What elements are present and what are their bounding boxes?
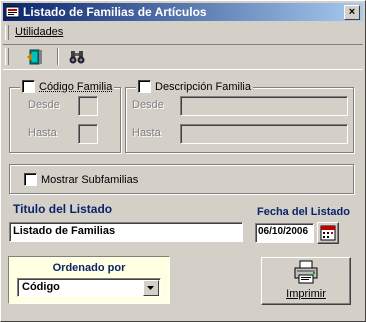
- toolbar: [3, 44, 363, 70]
- menu-utilidades[interactable]: Utilidades: [15, 26, 63, 38]
- calendar-button[interactable]: [317, 222, 339, 244]
- codigo-desde-label: Desde: [28, 99, 60, 111]
- close-button[interactable]: ×: [344, 5, 360, 20]
- descripcion-familia-label: Descripción Familia: [155, 80, 251, 93]
- descripcion-hasta-label: Hasta: [132, 127, 161, 139]
- titulo-listado-label: Titulo del Listado: [13, 202, 113, 216]
- codigo-hasta-field[interactable]: [78, 124, 98, 144]
- menu-bar: Utilidades: [3, 23, 363, 43]
- codigo-hasta-label: Hasta: [28, 127, 57, 139]
- ordenado-por-value: Código: [22, 281, 60, 293]
- descripcion-hasta-field[interactable]: [180, 124, 348, 144]
- toolbar-separator: [57, 48, 59, 65]
- window-title: Listado de Familias de Artículos: [23, 5, 207, 19]
- codigo-familia-group: Código Familia Desde Hasta: [9, 80, 121, 153]
- close-icon: ×: [348, 6, 356, 18]
- subfamilias-label: Mostrar Subfamilias: [41, 173, 139, 186]
- descripcion-desde-field[interactable]: [180, 96, 348, 116]
- subfamilias-group: Mostrar Subfamilias: [9, 164, 354, 194]
- printer-icon: [294, 260, 318, 284]
- codigo-familia-legend[interactable]: Código Familia: [20, 80, 115, 93]
- menu-utilidades-label: Utilidades: [15, 26, 64, 38]
- toolbar-grip: [5, 48, 9, 65]
- subfamilias-checkbox[interactable]: [24, 173, 37, 186]
- imprimir-label: Imprimir: [286, 288, 326, 300]
- ordenado-por-label: Ordenado por: [52, 262, 126, 274]
- binoculars-search-icon: [69, 51, 85, 64]
- imprimir-button[interactable]: Imprimir: [261, 257, 351, 305]
- fecha-listado-value: 06/10/2006: [258, 226, 309, 237]
- titulo-listado-input[interactable]: Listado de Familias: [9, 222, 243, 242]
- titulo-listado-value: Listado de Familias: [13, 225, 116, 237]
- ordenado-por-select[interactable]: Código: [17, 278, 161, 297]
- fecha-listado-label: Fecha del Listado: [257, 206, 350, 218]
- chevron-down-icon: [147, 286, 154, 290]
- fecha-listado-input[interactable]: 06/10/2006: [255, 223, 314, 243]
- descripcion-familia-group: Descripción Familia Desde Hasta: [125, 80, 354, 153]
- subfamilias-option[interactable]: Mostrar Subfamilias: [24, 173, 138, 186]
- codigo-familia-label: Código Familia: [39, 80, 113, 93]
- codigo-desde-field[interactable]: [78, 96, 98, 116]
- descripcion-familia-checkbox[interactable]: [138, 80, 151, 93]
- codigo-familia-checkbox[interactable]: [22, 80, 35, 93]
- calendar-icon: [320, 225, 336, 241]
- app-icon: [6, 6, 19, 18]
- exit-door-icon: [27, 49, 42, 65]
- ordenado-por-panel: Ordenado por Código: [8, 256, 170, 304]
- title-bar[interactable]: Listado de Familias de Artículos ×: [3, 3, 363, 21]
- ordenado-por-dropdown-button[interactable]: [143, 280, 159, 296]
- search-button[interactable]: [67, 48, 87, 66]
- main-window: Listado de Familias de Artículos × Utili…: [0, 0, 366, 322]
- descripcion-desde-label: Desde: [132, 99, 164, 111]
- descripcion-familia-legend[interactable]: Descripción Familia: [136, 80, 253, 93]
- exit-button[interactable]: [25, 48, 45, 66]
- menu-grip: [5, 25, 9, 40]
